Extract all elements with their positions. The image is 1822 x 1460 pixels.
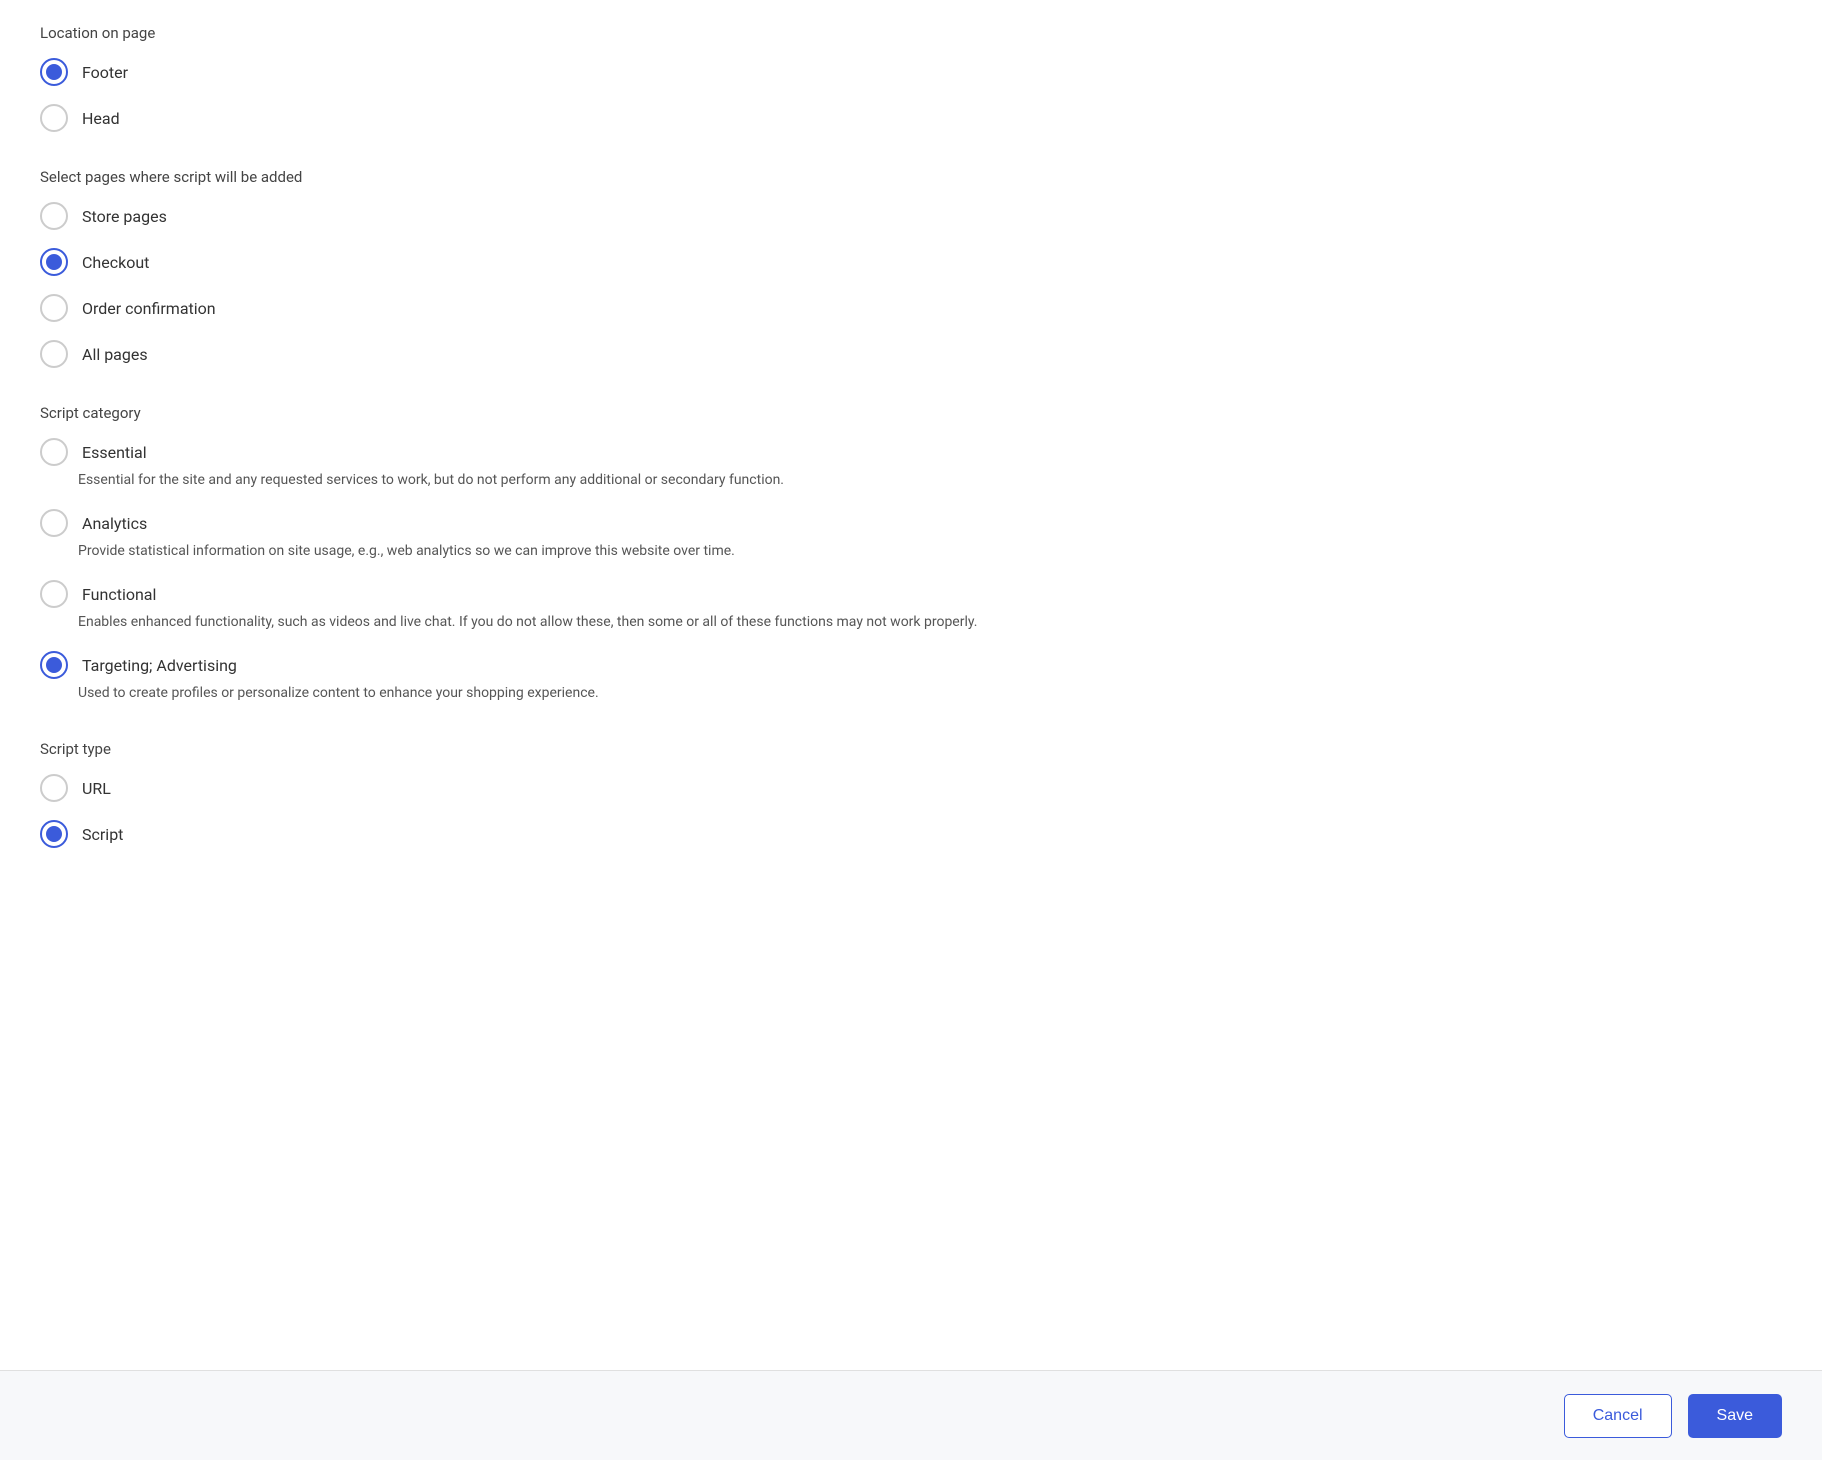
category-radio-group: Essential Essential for the site and any… <box>40 438 1782 704</box>
radio-item-footer: Footer <box>40 58 1782 86</box>
radio-item-script: Script <box>40 820 1782 848</box>
radio-circle-head[interactable] <box>40 104 68 132</box>
radio-label-targeting: Targeting; Advertising <box>82 656 237 675</box>
script-type-section: Script type URL Script <box>40 740 1782 848</box>
radio-desc-essential: Essential for the site and any requested… <box>78 470 1178 491</box>
radio-circle-url[interactable] <box>40 774 68 802</box>
cancel-button[interactable]: Cancel <box>1564 1394 1672 1438</box>
radio-item-functional: Functional Enables enhanced functionalit… <box>40 580 1782 633</box>
radio-circle-order-confirmation[interactable] <box>40 294 68 322</box>
radio-label-all-pages: All pages <box>82 345 148 364</box>
save-button[interactable]: Save <box>1688 1394 1782 1438</box>
radio-row-checkout[interactable]: Checkout <box>40 248 1782 276</box>
radio-item-all-pages: All pages <box>40 340 1782 368</box>
radio-label-script: Script <box>82 825 123 844</box>
radio-label-analytics: Analytics <box>82 514 147 533</box>
radio-row-all-pages[interactable]: All pages <box>40 340 1782 368</box>
script-category-label: Script category <box>40 404 1782 422</box>
radio-row-script[interactable]: Script <box>40 820 1782 848</box>
pages-radio-group: Store pages Checkout Order confirmation … <box>40 202 1782 368</box>
radio-circle-script[interactable] <box>40 820 68 848</box>
footer-bar: Cancel Save <box>0 1370 1822 1460</box>
radio-circle-all-pages[interactable] <box>40 340 68 368</box>
radio-desc-functional: Enables enhanced functionality, such as … <box>78 612 1178 633</box>
radio-desc-analytics: Provide statistical information on site … <box>78 541 1178 562</box>
radio-label-essential: Essential <box>82 443 147 462</box>
radio-circle-store-pages[interactable] <box>40 202 68 230</box>
location-on-page-section: Location on page Footer Head <box>40 24 1782 132</box>
radio-item-url: URL <box>40 774 1782 802</box>
radio-item-targeting: Targeting; Advertising Used to create pr… <box>40 651 1782 704</box>
script-type-label: Script type <box>40 740 1782 758</box>
radio-item-checkout: Checkout <box>40 248 1782 276</box>
radio-item-essential: Essential Essential for the site and any… <box>40 438 1782 491</box>
radio-row-store-pages[interactable]: Store pages <box>40 202 1782 230</box>
radio-row-targeting[interactable]: Targeting; Advertising <box>40 651 1782 679</box>
radio-row-head[interactable]: Head <box>40 104 1782 132</box>
script-category-section: Script category Essential Essential for … <box>40 404 1782 704</box>
radio-row-url[interactable]: URL <box>40 774 1782 802</box>
radio-desc-targeting: Used to create profiles or personalize c… <box>78 683 1178 704</box>
radio-item-store-pages: Store pages <box>40 202 1782 230</box>
radio-item-analytics: Analytics Provide statistical informatio… <box>40 509 1782 562</box>
radio-label-footer: Footer <box>82 63 128 82</box>
radio-circle-footer[interactable] <box>40 58 68 86</box>
radio-label-functional: Functional <box>82 585 156 604</box>
radio-row-functional[interactable]: Functional <box>40 580 1782 608</box>
radio-row-analytics[interactable]: Analytics <box>40 509 1782 537</box>
location-radio-group: Footer Head <box>40 58 1782 132</box>
radio-circle-checkout[interactable] <box>40 248 68 276</box>
radio-item-head: Head <box>40 104 1782 132</box>
radio-row-order-confirmation[interactable]: Order confirmation <box>40 294 1782 322</box>
radio-label-head: Head <box>82 109 120 128</box>
location-on-page-label: Location on page <box>40 24 1782 42</box>
page-container: Location on page Footer Head Select page… <box>0 0 1822 1460</box>
radio-label-checkout: Checkout <box>82 253 149 272</box>
type-radio-group: URL Script <box>40 774 1782 848</box>
radio-circle-essential[interactable] <box>40 438 68 466</box>
radio-circle-targeting[interactable] <box>40 651 68 679</box>
radio-label-url: URL <box>82 779 111 798</box>
radio-item-order-confirmation: Order confirmation <box>40 294 1782 322</box>
select-pages-label: Select pages where script will be added <box>40 168 1782 186</box>
radio-circle-analytics[interactable] <box>40 509 68 537</box>
radio-row-footer[interactable]: Footer <box>40 58 1782 86</box>
radio-label-store-pages: Store pages <box>82 207 167 226</box>
radio-row-essential[interactable]: Essential <box>40 438 1782 466</box>
radio-label-order-confirmation: Order confirmation <box>82 299 216 318</box>
select-pages-section: Select pages where script will be added … <box>40 168 1782 368</box>
radio-circle-functional[interactable] <box>40 580 68 608</box>
